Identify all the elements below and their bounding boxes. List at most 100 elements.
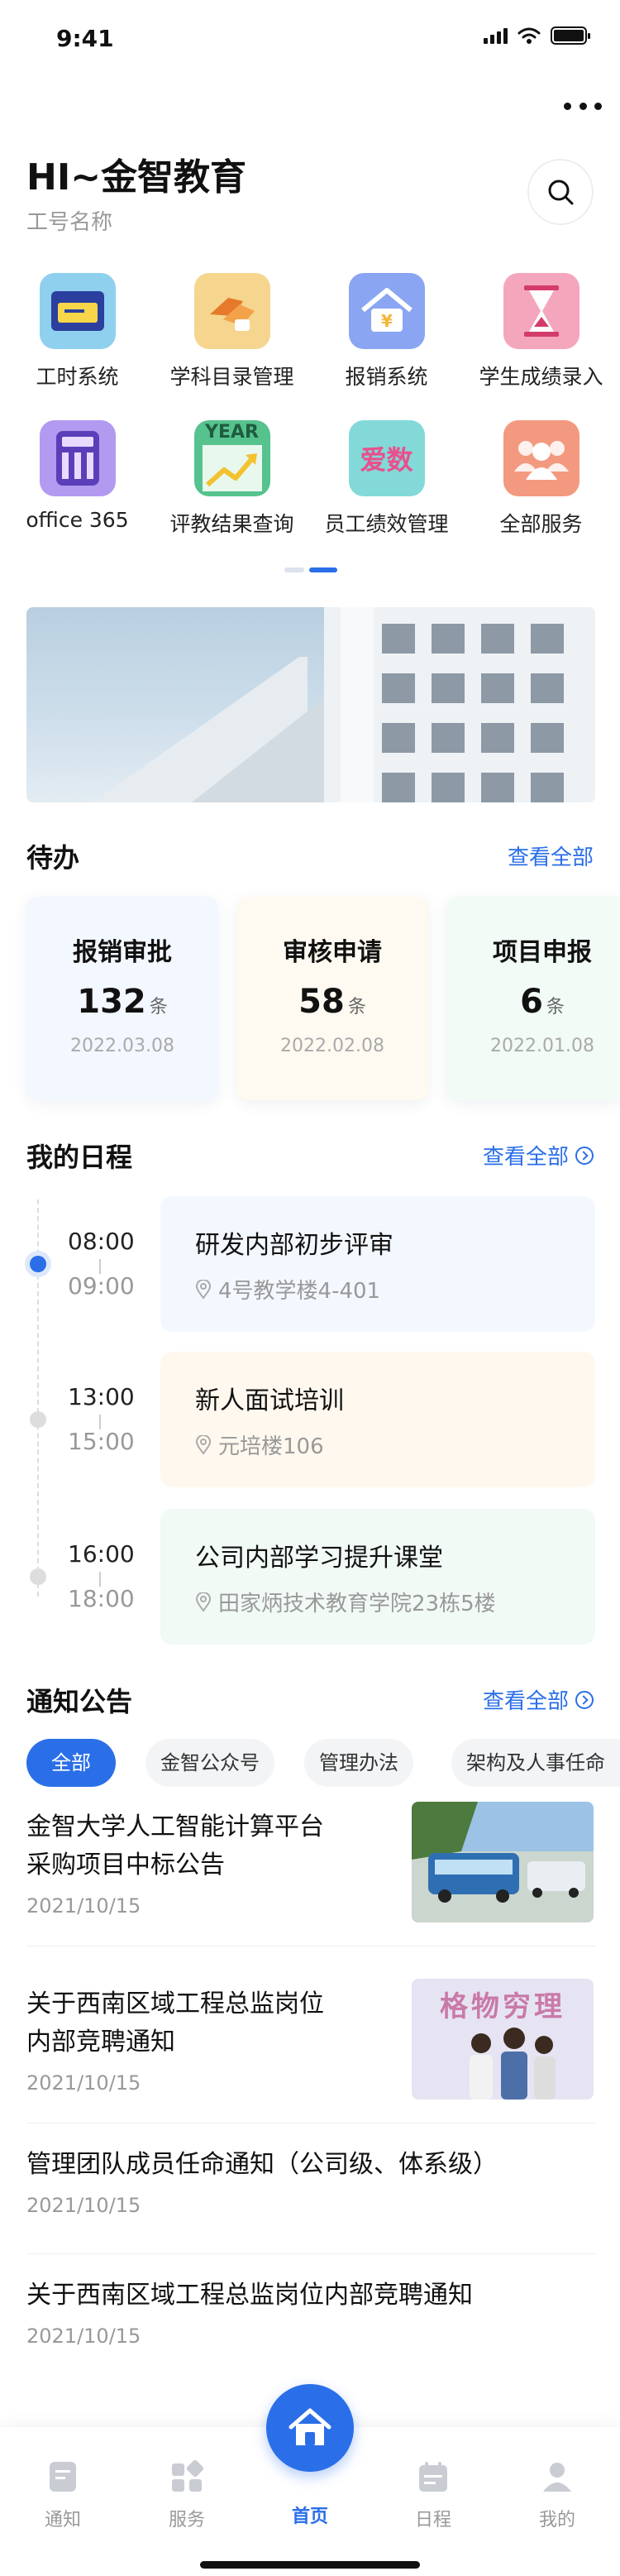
todo-view-all-link[interactable]: 查看全部 — [508, 840, 594, 871]
notice-tab-official-account[interactable]: 金智公众号 — [145, 1739, 274, 1787]
tab-label: 我的 — [538, 2510, 575, 2531]
app-label: 学科目录管理 — [169, 365, 294, 389]
yuan-house-icon: ¥ — [348, 273, 425, 349]
todo-card-unit: 条 — [149, 997, 168, 1017]
handshake-icon — [193, 273, 270, 349]
employee-id-label: 工号名称 — [26, 210, 113, 235]
aishu-icon: 爱数 — [348, 420, 425, 496]
year-chart-icon: YEAR — [193, 420, 270, 496]
schedule-location-text: 元培楼106 — [218, 1434, 324, 1459]
year-text: YEAR — [205, 422, 259, 443]
schedule-end-time: 18:00 — [68, 1585, 135, 1612]
search-icon — [548, 180, 574, 205]
schedule-end-time: 09:00 — [68, 1272, 135, 1300]
service-grid-icon — [172, 2459, 204, 2492]
schedule-location-text: 田家炳技术教育学院23栋5楼 — [218, 1592, 496, 1616]
todo-card-title: 报销审批 — [73, 938, 172, 967]
app-evaluation-query[interactable]: YEAR 评教结果查询 — [155, 420, 309, 538]
todo-section-title: 待办 — [26, 842, 80, 874]
battery-icon — [551, 26, 590, 45]
todo-card-count: 58 — [298, 983, 345, 1021]
signal-icon — [484, 27, 508, 44]
tab-calendar[interactable]: 日程 — [392, 2460, 475, 2531]
app-label: 评教结果查询 — [169, 512, 294, 536]
todo-card-project[interactable]: 项目申报 6条 2022.01.08 — [446, 897, 620, 1100]
view-all-label: 查看全部 — [482, 1145, 569, 1170]
location-pin-icon — [195, 1434, 212, 1455]
svg-text:¥: ¥ — [381, 311, 393, 331]
app-label: 报销系统 — [345, 365, 428, 389]
notice-doc-icon — [50, 2462, 76, 2492]
schedule-location: 田家炳技术教育学院23栋5楼 — [195, 1587, 496, 1617]
schedule-end-time: 15:00 — [68, 1428, 135, 1455]
schedule-start-time: 16:00 — [68, 1540, 135, 1568]
schedule-card[interactable]: 研发内部初步评审 4号教学楼4-401 — [160, 1196, 595, 1332]
tab-service[interactable]: 服务 — [145, 2459, 228, 2531]
schedule-location: 4号教学楼4-401 — [195, 1274, 380, 1305]
schedule-view-all-link[interactable]: 查看全部 — [483, 1140, 594, 1171]
arrow-right-icon — [575, 1690, 594, 1709]
home-icon — [289, 2408, 331, 2445]
divider — [26, 2123, 595, 2124]
app-label: 全部服务 — [499, 512, 583, 536]
page-indicator — [284, 567, 337, 572]
tab-notice[interactable]: 通知 — [21, 2460, 104, 2531]
tab-profile[interactable]: 我的 — [516, 2460, 599, 2531]
notice-tab-management[interactable]: 管理办法 — [304, 1739, 413, 1787]
app-timesheet[interactable]: 工时系统 — [0, 273, 155, 390]
todo-card-title: 项目申报 — [493, 938, 592, 967]
notice-tab-appointments[interactable]: 架构及人事任命 — [451, 1739, 620, 1787]
app-grade-entry[interactable]: 学生成绩录入 — [464, 273, 618, 390]
tab-label: 服务 — [168, 2510, 205, 2531]
todo-card-review[interactable]: 审核申请 58 条 2022.02.08 — [236, 897, 428, 1100]
notice-date: 2021/10/15 — [26, 2325, 141, 2348]
tab-label: 首页 — [291, 2507, 328, 2527]
schedule-card[interactable]: 新人面试培训 元培楼106 — [160, 1352, 595, 1487]
app-all-services[interactable]: 全部服务 — [464, 420, 618, 538]
home-fab-button[interactable] — [266, 2384, 354, 2472]
banner-image[interactable] — [26, 607, 595, 802]
todo-card-count: 132 — [77, 983, 146, 1021]
todo-card-unit: 条 — [546, 997, 565, 1017]
aishu-text: 爱数 — [360, 444, 413, 476]
wifi-icon — [517, 27, 541, 44]
calculator-icon — [39, 420, 116, 496]
schedule-section-title: 我的日程 — [26, 1142, 133, 1173]
calendar-icon — [419, 2462, 447, 2492]
app-performance[interactable]: 爱数 员工绩效管理 — [309, 420, 464, 538]
schedule-card[interactable]: 公司内部学习提升课堂 田家炳技术教育学院23栋5楼 — [160, 1509, 595, 1645]
page-title: HI~金智教育 — [26, 156, 247, 199]
schedule-location: 元培楼106 — [195, 1429, 324, 1460]
todo-card-count: 6 — [520, 983, 543, 1021]
schedule-location-text: 4号教学楼4-401 — [218, 1279, 381, 1304]
search-button[interactable] — [527, 159, 594, 225]
notice-tab-all[interactable]: 全部 — [26, 1739, 116, 1787]
notice-view-all-link[interactable]: 查看全部 — [483, 1684, 594, 1715]
bottom-tab-bar: 通知 服务 首页 日程 我的 — [0, 2384, 620, 2576]
schedule-title: 新人面试培训 — [195, 1386, 344, 1415]
notice-date: 2021/10/15 — [26, 2194, 141, 2217]
notice-item[interactable]: 管理团队成员任命通知（公司级、体系级） 2021/10/15 — [26, 2146, 595, 2217]
tab-label: 通知 — [44, 2510, 81, 2531]
app-label: office 365 — [26, 508, 129, 532]
view-all-label: 查看全部 — [482, 1689, 569, 1714]
hourglass-icon — [503, 273, 579, 349]
app-reimbursement[interactable]: ¥ 报销系统 — [309, 273, 464, 390]
notice-thumbnail-people: 格物穷理 — [412, 1979, 594, 2100]
todo-card-date: 2022.01.08 — [490, 1036, 594, 1056]
timeline-dot — [30, 1411, 46, 1428]
schedule-start-time: 13:00 — [68, 1383, 135, 1410]
todo-card-date: 2022.02.08 — [280, 1036, 384, 1056]
app-subject-catalog[interactable]: 学科目录管理 — [155, 273, 309, 390]
view-all-label: 查看全部 — [507, 845, 594, 870]
app-label: 工时系统 — [36, 365, 119, 389]
notice-section-title: 通知公告 — [26, 1686, 133, 1717]
more-options-icon[interactable] — [564, 98, 602, 114]
app-office-365[interactable]: office 365 — [0, 420, 155, 532]
location-pin-icon — [195, 1592, 212, 1612]
todo-card-reimbursement[interactable]: 报销审批 132 条 2022.03.08 — [26, 897, 218, 1100]
notice-item[interactable]: 关于西南区域工程总监岗位内部竞聘通知 2021/10/15 — [26, 2277, 595, 2348]
divider — [26, 2253, 595, 2254]
status-bar: 9:41 — [0, 0, 620, 73]
home-indicator — [200, 2561, 420, 2569]
